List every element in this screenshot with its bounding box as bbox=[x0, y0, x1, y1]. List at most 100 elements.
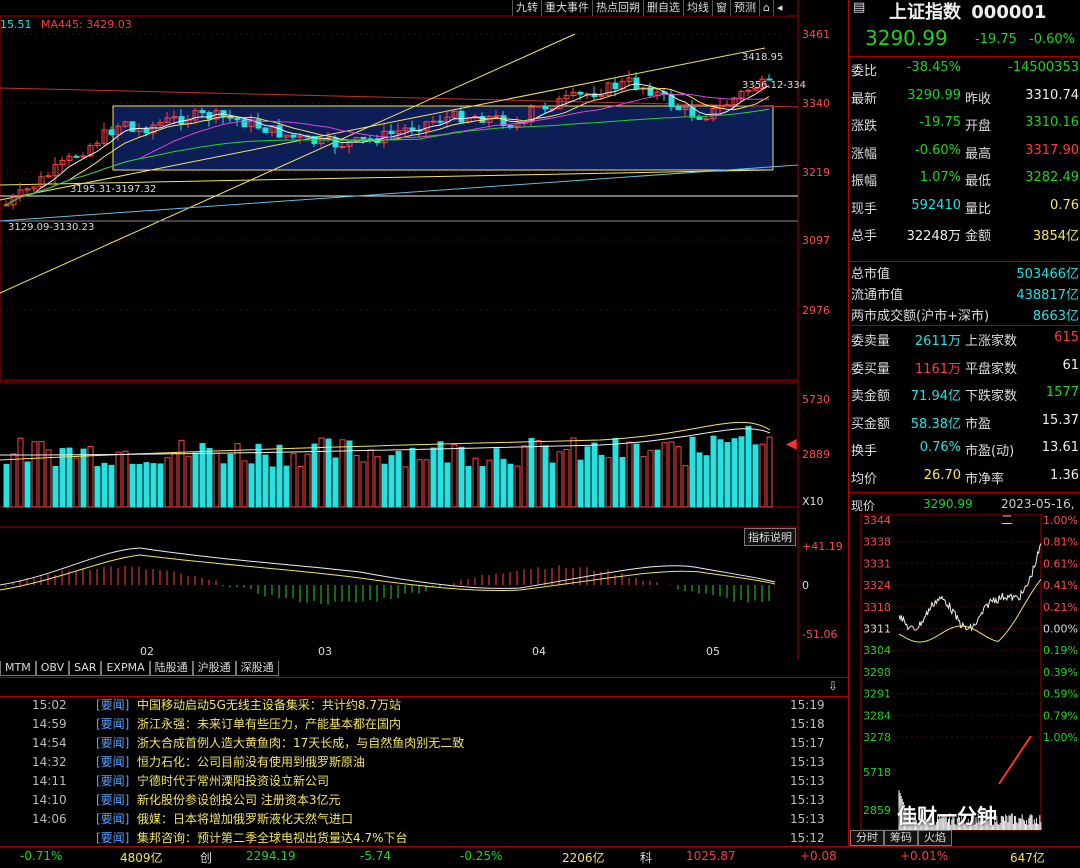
menu-jiuzhuan[interactable]: 九转 bbox=[512, 0, 541, 16]
quote-value: 3290.99 bbox=[907, 87, 961, 103]
top-menu: 九转 重大事件 热点回朔 删自选 均线 窗 预测 ⌂ ◂ bbox=[512, 0, 786, 16]
back-icon[interactable]: ◂ bbox=[772, 0, 786, 16]
status-sh-amt: 4809亿 bbox=[120, 851, 163, 865]
status-kc-price: 1025.87 bbox=[686, 849, 736, 863]
news-title[interactable]: 集邦咨询：预计第二季全球电视出货量达4.7%下台 bbox=[137, 829, 408, 846]
candle bbox=[493, 115, 500, 118]
volume-bar bbox=[45, 449, 52, 508]
tab-fenshi[interactable]: 分时 bbox=[850, 830, 884, 846]
home-icon[interactable]: ⌂ bbox=[759, 0, 773, 16]
download-icon[interactable]: ⇩ bbox=[828, 679, 838, 693]
news-item[interactable]: 15:02 [要闻] 中国移动启动5G无线主设备集采：共计约8.7万站 15:19 bbox=[0, 696, 848, 715]
news-title[interactable]: 新化股份参设创投公司 注册资本3亿元 bbox=[137, 791, 340, 810]
mini-price-line bbox=[898, 543, 1042, 632]
quote-label: 平盘家数 bbox=[965, 361, 1018, 377]
volume-bar bbox=[465, 465, 472, 508]
news-item[interactable]: 14:11 [要闻] 宁德时代于常州溧阳投资设立新公司 15:13 bbox=[0, 772, 848, 791]
news-title[interactable]: 浙江永强：未来订单有些压力，产能基本都在国内 bbox=[137, 715, 401, 734]
menu-hotspot[interactable]: 热点回朔 bbox=[592, 0, 643, 16]
volume-bar bbox=[38, 441, 45, 508]
tab-shengutong[interactable]: 深股通 bbox=[235, 661, 279, 676]
candle bbox=[241, 119, 248, 128]
mini-price-tick: 3331 bbox=[863, 557, 891, 570]
quote-label: 开盘 bbox=[965, 119, 992, 134]
news-time: 15:02 bbox=[32, 698, 67, 712]
kline-chart-area[interactable]: 3461 3340 3219 3097 2976 3418.95 3356.12-334 31… bbox=[0, 0, 848, 660]
volume-bar bbox=[668, 441, 675, 508]
mini-price-tick: 3338 bbox=[863, 536, 891, 549]
news-time2: 15:13 bbox=[790, 774, 825, 788]
tab-mtm[interactable]: MTM bbox=[0, 661, 36, 676]
market-label: 流通市值 bbox=[851, 288, 904, 303]
volume-bar bbox=[283, 465, 290, 508]
volume-bar bbox=[374, 456, 381, 508]
news-tag: [要闻] bbox=[96, 717, 130, 731]
news-tag: [要闻] bbox=[96, 812, 130, 826]
tab-lugutong[interactable]: 陆股通 bbox=[149, 661, 193, 676]
quote-panel: ▤ 上证指数 000001 3290.99 -19.75 -0.60% 委比 -3… bbox=[848, 0, 1080, 867]
mini-pct-tick: 0.41% bbox=[1043, 579, 1078, 592]
news-item[interactable]: 14:59 [要闻] 浙江永强：未来订单有些压力，产能基本都在国内 15:18 bbox=[0, 715, 848, 734]
volume-bar bbox=[675, 445, 682, 508]
candle bbox=[262, 127, 269, 133]
news-title[interactable]: 浙大合成首例人造大黄鱼肉：17天长成，与自然鱼肉别无二致 bbox=[137, 734, 464, 753]
tab-expma[interactable]: EXPMA bbox=[101, 661, 150, 676]
kline-chart[interactable]: 3461 3340 3219 3097 2976 3418.95 3356.12-334 31… bbox=[0, 0, 848, 660]
tab-huoyan[interactable]: 火焰 bbox=[918, 830, 952, 846]
volume-bar bbox=[570, 437, 577, 508]
quote-label: 委卖量 bbox=[851, 334, 891, 349]
divider bbox=[849, 492, 1080, 493]
quote-value: 71.94亿 bbox=[910, 389, 961, 404]
news-time2: 15:12 bbox=[790, 831, 825, 845]
tab-sar[interactable]: SAR bbox=[69, 661, 102, 676]
volume-bar bbox=[150, 463, 157, 508]
indicator-help-button[interactable]: 指标说明 bbox=[744, 528, 796, 546]
menu-window[interactable]: 窗 bbox=[712, 0, 730, 16]
tab-obv[interactable]: OBV bbox=[35, 661, 70, 676]
candle bbox=[73, 155, 80, 158]
mini-pct-tick: 0.79% bbox=[1043, 709, 1078, 722]
menu-events[interactable]: 重大事件 bbox=[541, 0, 592, 16]
mini-pct-tick: 0.39% bbox=[1043, 666, 1078, 679]
status-cy-price: 2294.19 bbox=[246, 849, 296, 863]
tab-chouma[interactable]: 筹码 bbox=[884, 830, 918, 846]
quote-value: 0.76 bbox=[1050, 197, 1079, 213]
volume-bar bbox=[290, 453, 297, 508]
volume-bar bbox=[535, 440, 542, 508]
volume-bar bbox=[612, 438, 619, 508]
volume-bar bbox=[444, 462, 451, 508]
tab-hugutong[interactable]: 沪股通 bbox=[192, 661, 236, 676]
panel-menu-icon[interactable]: ▤ bbox=[853, 0, 865, 15]
intraday-chart[interactable]: 3344333833313324331833113304329832913284… bbox=[849, 514, 1080, 832]
quote-row: 卖金额 71.94亿 下跌家数 1577 bbox=[851, 381, 1079, 407]
volume-bar bbox=[458, 446, 465, 508]
quote-value: 3310.16 bbox=[1025, 115, 1079, 130]
news-title[interactable]: 宁德时代于常州溧阳投资设立新公司 bbox=[137, 772, 329, 791]
quote-label: 市净率 bbox=[965, 471, 1005, 487]
quote-row: 换手 0.76% 市盈(动) 13.61 bbox=[851, 436, 1079, 462]
macd-tick-label: +41.19 bbox=[802, 540, 843, 553]
price-tick-label: 3461 bbox=[802, 28, 830, 41]
news-title[interactable]: 俄媒：日本将增加俄罗斯液化天然气进口 bbox=[137, 810, 353, 829]
news-item[interactable]: 14:54 [要闻] 浙大合成首例人造大黄鱼肉：17天长成，与自然鱼肉别无二致 15:… bbox=[0, 734, 848, 753]
menu-ma[interactable]: 均线 bbox=[683, 0, 712, 16]
quote-value: 26.70 bbox=[923, 467, 961, 483]
price-panel-frame bbox=[0, 15, 799, 381]
news-item[interactable]: 14:06 [要闻] 俄媒：日本将增加俄罗斯液化天然气进口 15:13 bbox=[0, 810, 848, 829]
news-title[interactable]: 中国移动启动5G无线主设备集采：共计约8.7万站 bbox=[137, 696, 401, 715]
candle bbox=[129, 121, 136, 132]
candle bbox=[633, 77, 640, 90]
menu-del-fav[interactable]: 删自选 bbox=[643, 0, 683, 16]
menu-forecast[interactable]: 预测 bbox=[730, 0, 759, 16]
quote-label: 现手 bbox=[851, 201, 878, 217]
quote-value: -38.45% bbox=[906, 60, 961, 75]
news-title[interactable]: 恒力石化：公司目前没有使用到俄罗斯原油 bbox=[137, 753, 365, 772]
news-item[interactable]: [要闻] 集邦咨询：预计第二季全球电视出货量达4.7%下台 15:12 bbox=[0, 829, 848, 846]
news-item[interactable]: 14:32 [要闻] 恒力石化：公司目前没有使用到俄罗斯原油 15:13 bbox=[0, 753, 848, 772]
price-tick-label: 3097 bbox=[802, 234, 830, 247]
news-item[interactable]: 14:10 [要闻] 新化股份参设创投公司 注册资本3亿元 15:13 bbox=[0, 791, 848, 810]
candle bbox=[143, 128, 150, 134]
volume-bar bbox=[269, 466, 276, 508]
volume-bar bbox=[241, 460, 248, 508]
price-tick-label: 2976 bbox=[802, 304, 830, 317]
